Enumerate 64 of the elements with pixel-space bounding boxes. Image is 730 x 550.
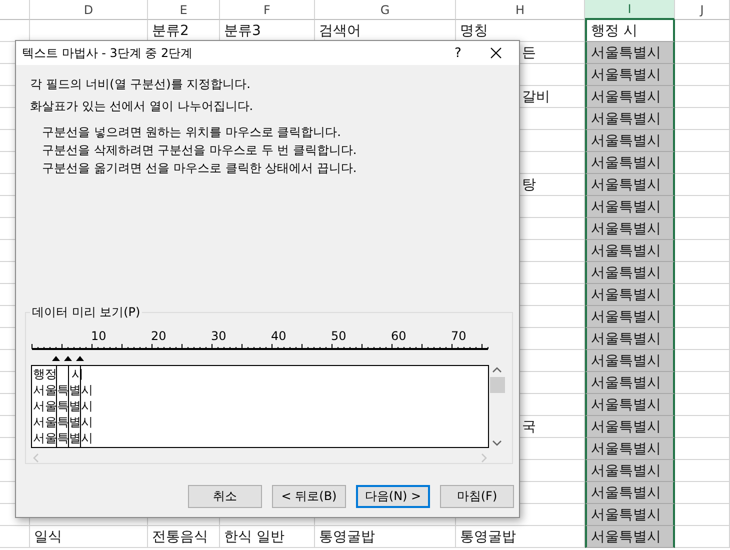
group-label: 데이터 미리 보기(P) [30,304,142,321]
column-break-line[interactable] [68,366,69,447]
table-cell: 서울특별시 [585,504,675,526]
instruction-text: 구분선을 넣으려면 원하는 위치를 마우스로 클릭합니다. [42,124,342,141]
scroll-left-icon[interactable] [31,453,41,463]
scrollbar-thumb[interactable] [490,377,504,393]
column-break-line[interactable] [80,366,81,447]
dialog-button[interactable]: 취소 [188,485,262,508]
dialog-button[interactable]: < 뒤로(B) [272,485,346,508]
instruction-text: 화살표가 있는 선에서 열이 나누어집니다. [30,98,254,115]
close-icon[interactable] [490,47,502,59]
scroll-up-icon[interactable] [492,365,502,375]
table-cell: 통영굴밥 [315,526,456,548]
column-header[interactable]: D [30,0,148,20]
dialog-button[interactable]: 마침(F) [440,485,514,508]
table-cell: 서울특별시 [585,328,675,350]
table-cell: 서울특별시 [585,196,675,218]
table-cell: 서울특별시 [585,526,675,548]
ruler-label: 70 [451,329,466,343]
table-cell: 서울특별시 [585,482,675,504]
table-cell: 서울특별시 [585,42,675,64]
instruction-text: 구분선을 옮기려면 선을 마우스로 클릭한 상태에서 끕니다. [42,160,358,177]
table-cell: 서울특별시 [585,416,675,438]
table-cell: 일식 [30,526,148,548]
table-cell: 서울특별시 [585,284,675,306]
column-break-line[interactable] [56,366,57,447]
instruction-text: 각 필드의 너비(열 구분선)를 지정합니다. [30,76,252,93]
column-header[interactable]: J [675,0,730,20]
table-cell: 서울특별시 [585,240,675,262]
table-cell: 서울특별시 [585,130,675,152]
ruler-drawing[interactable] [32,344,488,350]
select-all-corner[interactable] [0,0,30,20]
table-cell: 행정 시 [585,20,675,42]
table-cell: 서울특별시 [585,350,675,372]
table-cell: 서울특별시 [585,174,675,196]
table-cell: 서울특별시 [585,394,675,416]
scroll-down-icon[interactable] [492,438,502,448]
table-cell: 서울특별시 [585,372,675,394]
ruler-label: 10 [91,329,106,343]
table-cell: 서울특별시 [585,108,675,130]
table-cell: 서울특별시 [585,262,675,284]
ruler-label: 30 [211,329,226,343]
column-header[interactable]: E [148,0,220,20]
table-cell: 서울특별시 [585,460,675,482]
column-header[interactable]: G [315,0,456,20]
table-cell: 한식 일반 [220,526,315,548]
table-cell: 서울특별시 [585,218,675,240]
scroll-right-icon[interactable] [479,453,489,463]
ruler-label: 60 [391,329,406,343]
ruler-label: 50 [331,329,346,343]
table-cell: 서울특별시 [585,152,675,174]
ruler-label: 20 [151,329,166,343]
table-cell: 서울특별시 [585,86,675,108]
instruction-text: 구분선을 삭제하려면 구분선을 마우스로 두 번 클릭합니다. [42,142,358,159]
ruler-label: 40 [271,329,286,343]
column-header[interactable]: F [220,0,315,20]
row-header[interactable] [0,526,30,548]
table-cell: 서울특별시 [585,306,675,328]
dialog-button[interactable]: 다음(N) > [356,485,430,508]
table-cell: 서울특별시 [585,64,675,86]
table-cell: 서울특별시 [585,438,675,460]
table-cell: 전통음식 [148,526,220,548]
column-header[interactable]: I [585,0,675,20]
dialog-title: 텍스트 마법사 - 3단계 중 2단계 [22,44,194,62]
